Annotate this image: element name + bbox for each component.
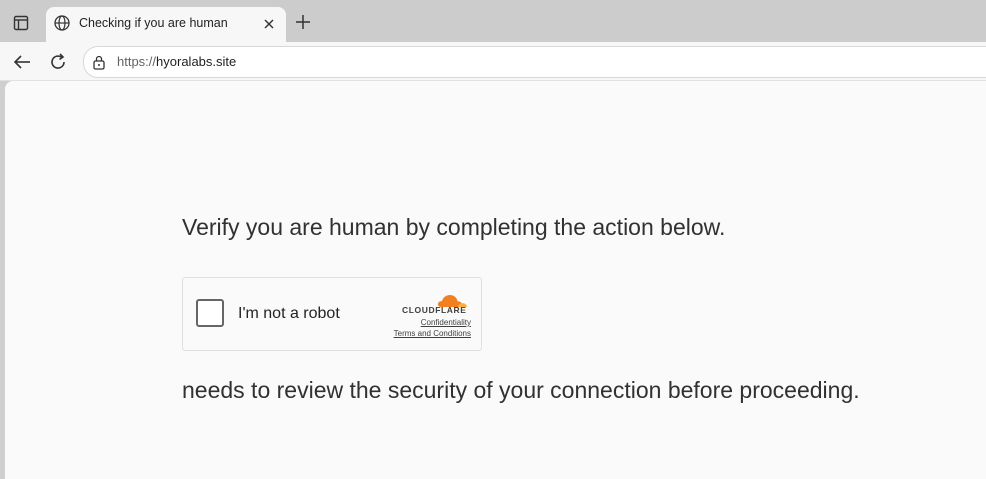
close-icon[interactable] [260,15,278,33]
reload-button[interactable] [46,50,70,74]
captcha-checkbox[interactable] [196,299,224,327]
url-text[interactable]: https://hyoralabs.site [117,54,236,69]
page-viewport: Verify you are human by completing the a… [5,81,986,479]
tab-strip: Checking if you are human [0,0,986,42]
terms-link[interactable]: Terms and Conditions [394,329,471,338]
url-host: hyoralabs.site [156,54,237,69]
plus-icon [296,15,310,29]
security-review-text: needs to review the security of your con… [182,377,860,403]
lock-icon[interactable] [92,54,106,70]
back-button[interactable] [10,50,34,74]
new-tab-button[interactable] [292,11,314,33]
tab-actions-icon[interactable] [8,10,34,36]
captcha-checkbox-label[interactable]: I'm not a robot [238,305,340,323]
reload-icon [51,53,65,69]
globe-icon [53,14,71,32]
browser-toolbar: https://hyoralabs.site [0,42,986,81]
cloudflare-logo-text: CLOUDFLARE [402,305,467,315]
tab-title: Checking if you are human [79,16,228,30]
page-heading: Verify you are human by completing the a… [182,214,726,240]
back-arrow-icon [13,55,30,69]
captcha-widget: I'm not a robot CLOUDFLARE Confidentiali… [182,277,482,351]
active-tab[interactable]: Checking if you are human [46,7,286,42]
address-bar[interactable]: https://hyoralabs.site [83,46,986,78]
url-scheme: https:// [117,54,157,69]
privacy-link[interactable]: Confidentiality [421,318,471,327]
